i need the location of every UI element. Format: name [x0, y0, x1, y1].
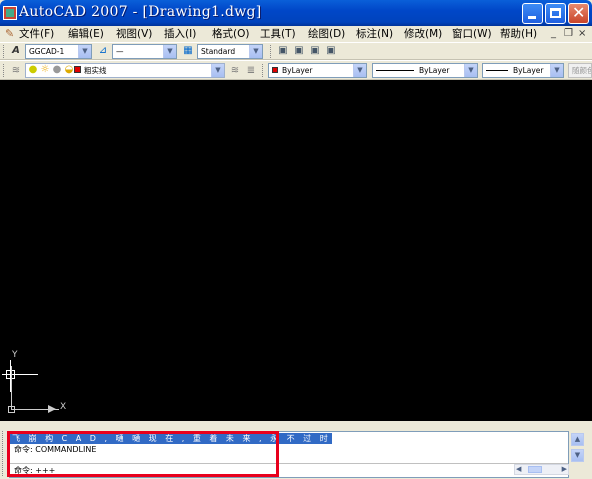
- menu-window[interactable]: 窗口(W): [452, 27, 492, 41]
- scroll-up-button[interactable]: ▲: [571, 433, 584, 446]
- maximize-button[interactable]: [545, 3, 566, 24]
- text-style-icon[interactable]: A: [9, 44, 23, 58]
- styles-toolbar: A GGCAD-1 ▼ ⊿ — ▼ ▦ Standard ▼ ▣ ▣ ▣ ▣: [0, 42, 592, 60]
- dim-style-select[interactable]: — ▼: [112, 44, 177, 59]
- chevron-down-icon: ▼: [249, 45, 262, 58]
- text-style-value: GGCAD-1: [29, 47, 65, 56]
- toolbar-grip[interactable]: [3, 45, 6, 58]
- plotstyle-value: 随颜色: [572, 66, 591, 75]
- maximize-icon: [550, 8, 561, 18]
- close-button[interactable]: ✕: [568, 3, 589, 24]
- drawing-canvas[interactable]: Y X: [0, 80, 592, 421]
- workspace-icon-3[interactable]: ▣: [308, 44, 322, 58]
- lineweight-value: ByLayer: [513, 66, 544, 75]
- menu-bar: ✎ 文件(F) 编辑(E) 视图(V) 插入(I) 格式(O) 工具(T) 绘图…: [0, 26, 592, 42]
- scroll-left-icon[interactable]: ◀: [516, 465, 521, 473]
- menu-tools[interactable]: 工具(T): [260, 27, 296, 41]
- ucs-x-label: X: [60, 402, 67, 412]
- menu-dimension[interactable]: 标注(N): [356, 27, 393, 41]
- text-style-select[interactable]: GGCAD-1 ▼: [25, 44, 92, 59]
- lineweight-preview: [486, 70, 508, 71]
- ucs-y-label: Y: [12, 350, 18, 360]
- scroll-down-button[interactable]: ▼: [571, 449, 584, 462]
- mdi-minimize-button[interactable]: _: [551, 27, 556, 41]
- linetype-control-select[interactable]: ByLayer ▼: [372, 63, 478, 78]
- linetype-preview: [376, 70, 414, 71]
- window-title: AutoCAD 2007 - [Drawing1.dwg]: [19, 4, 262, 20]
- document-menu-icon[interactable]: ✎: [5, 28, 15, 39]
- menu-modify[interactable]: 修改(M): [404, 27, 442, 41]
- make-current-layer-icon[interactable]: ≋: [228, 64, 242, 78]
- autocad-app-icon[interactable]: [3, 6, 17, 20]
- mdi-restore-button[interactable]: ❐: [564, 27, 573, 41]
- chevron-down-icon: ▼: [78, 45, 91, 58]
- chevron-down-icon: ▼: [163, 45, 176, 58]
- ucs-origin-box: [8, 406, 15, 413]
- dim-style-value: —: [116, 47, 124, 56]
- table-style-icon[interactable]: ▦: [181, 44, 195, 58]
- menu-format[interactable]: 格式(O): [212, 27, 249, 41]
- layer-previous-icon[interactable]: ≣: [244, 64, 258, 78]
- color-value: ByLayer: [282, 66, 313, 75]
- toolbar-grip[interactable]: [3, 64, 6, 77]
- menu-help[interactable]: 帮助(H): [500, 27, 537, 41]
- dim-style-icon[interactable]: ⊿: [96, 44, 110, 58]
- layers-toolbar: ≋ ● ☼ ● ◒ 粗实线 ▼ ≋ ≣ ByLayer ▼ ByLayer ▼ …: [0, 60, 592, 80]
- horizontal-scrollbar[interactable]: ◀ ▶: [514, 464, 569, 475]
- menu-edit[interactable]: 编辑(E): [68, 27, 104, 41]
- layer-manager-icon[interactable]: ≋: [9, 64, 23, 78]
- minimize-icon: [528, 16, 536, 19]
- mdi-close-button[interactable]: ×: [578, 27, 586, 41]
- command-window-grip[interactable]: [2, 431, 5, 476]
- color-control-select[interactable]: ByLayer ▼: [268, 63, 367, 78]
- close-icon: ✕: [572, 3, 586, 22]
- menu-draw[interactable]: 绘图(D): [308, 27, 345, 41]
- ucs-y-axis: [11, 366, 12, 409]
- menu-file[interactable]: 文件(F): [19, 27, 54, 41]
- minimize-button[interactable]: [522, 3, 543, 24]
- menu-insert[interactable]: 插入(I): [164, 27, 196, 41]
- menu-view[interactable]: 视图(V): [116, 27, 152, 41]
- annotation-highlight-box: [7, 431, 279, 477]
- chevron-down-icon: ▼: [464, 64, 477, 77]
- toolbar-grip[interactable]: [262, 64, 265, 77]
- table-style-value: Standard: [201, 47, 236, 56]
- workspace-icon-2[interactable]: ▣: [292, 44, 306, 58]
- workspace-icon-1[interactable]: ▣: [276, 44, 290, 58]
- title-bar: AutoCAD 2007 - [Drawing1.dwg] ✕: [0, 0, 592, 26]
- chevron-down-icon: ▼: [353, 64, 366, 77]
- scroll-right-icon[interactable]: ▶: [562, 465, 567, 473]
- color-swatch: [272, 67, 278, 73]
- table-style-select[interactable]: Standard ▼: [197, 44, 263, 59]
- chevron-down-icon: ▼: [550, 64, 563, 77]
- scroll-thumb[interactable]: [528, 466, 542, 473]
- ucs-x-arrow-icon: [48, 405, 56, 413]
- toolbar-grip[interactable]: [270, 45, 273, 58]
- linetype-value: ByLayer: [419, 66, 450, 75]
- workspace-icon-4[interactable]: ▣: [324, 44, 338, 58]
- chevron-down-icon: ▼: [211, 64, 224, 77]
- layer-select[interactable]: ● ☼ ● ◒ 粗实线 ▼: [25, 63, 225, 78]
- current-layer-name: 粗实线: [84, 66, 107, 75]
- lineweight-control-select[interactable]: ByLayer ▼: [482, 63, 564, 78]
- layer-color-swatch: [74, 66, 81, 73]
- plotstyle-control-select[interactable]: 随颜色: [568, 63, 592, 78]
